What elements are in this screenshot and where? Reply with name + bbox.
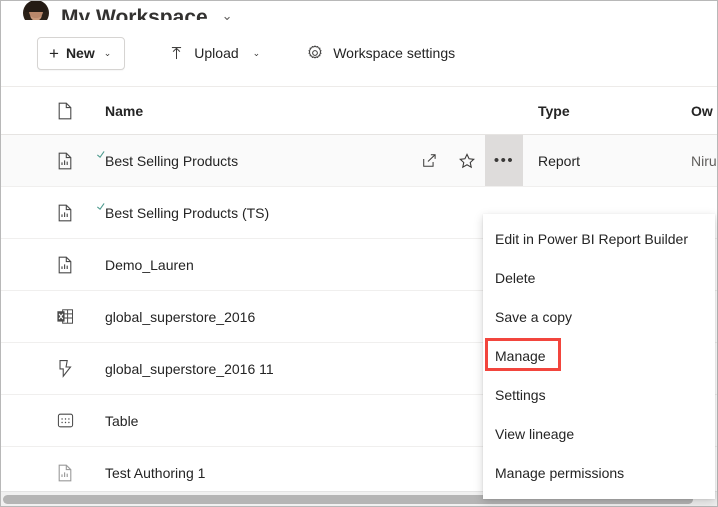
- excel-workbook-icon: [55, 307, 75, 327]
- command-bar: + New ⌄ Upload ⌄ Workspace settings: [1, 20, 717, 87]
- more-options-icon[interactable]: •••: [485, 135, 523, 186]
- new-button-label: New: [65, 45, 95, 61]
- report-file-icon: [55, 463, 75, 483]
- row-name[interactable]: global_superstore_2016: [105, 309, 255, 325]
- workspace-settings-label: Workspace settings: [333, 45, 456, 61]
- table-row[interactable]: Best Selling Products ••• Report Niru: [1, 135, 717, 187]
- ellipsis-glyph: •••: [493, 151, 515, 169]
- endorsement-badge-icon: [96, 202, 105, 211]
- menu-item-view-lineage[interactable]: View lineage: [484, 414, 714, 453]
- row-name[interactable]: global_superstore_2016 11: [105, 361, 274, 377]
- menu-item-manage[interactable]: Manage: [484, 336, 714, 375]
- row-owner: Niru: [691, 152, 717, 169]
- workspace-settings-button[interactable]: Workspace settings: [297, 37, 464, 70]
- row-name[interactable]: Best Selling Products: [105, 153, 238, 169]
- row-action-group: •••: [411, 135, 523, 186]
- menu-item-save-a-copy[interactable]: Save a copy: [484, 297, 714, 336]
- workspace-avatar: [23, 1, 49, 20]
- row-name[interactable]: Best Selling Products (TS): [105, 205, 269, 221]
- row-type: Report: [538, 152, 581, 169]
- chevron-down-icon: ⌄: [252, 47, 261, 58]
- upload-arrow-icon: [168, 45, 185, 62]
- plus-icon: +: [49, 43, 59, 63]
- chevron-down-icon[interactable]: ⌄: [222, 8, 233, 20]
- menu-item-delete[interactable]: Delete: [484, 258, 714, 297]
- column-header-name[interactable]: Name: [105, 103, 143, 119]
- upload-label: Upload: [194, 45, 239, 61]
- gear-icon: [306, 44, 324, 62]
- endorsement-badge-icon: [96, 150, 105, 159]
- menu-item-manage-permissions[interactable]: Manage permissions: [484, 453, 714, 492]
- file-type-column-icon: [55, 101, 75, 121]
- context-menu: Edit in Power BI Report Builder Delete S…: [483, 214, 715, 499]
- column-header-type[interactable]: Type: [538, 103, 570, 119]
- chevron-down-icon: ⌄: [103, 47, 112, 58]
- new-button[interactable]: + New ⌄: [37, 36, 126, 70]
- row-name[interactable]: Test Authoring 1: [105, 465, 205, 481]
- row-name[interactable]: Table: [105, 413, 138, 429]
- workspace-title: My Workspace: [61, 6, 208, 20]
- workspace-header: My Workspace ⌄: [1, 1, 717, 20]
- table-grid-icon: [55, 411, 75, 431]
- report-file-icon: [55, 203, 75, 223]
- report-file-icon: [55, 151, 75, 171]
- menu-item-settings[interactable]: Settings: [484, 375, 714, 414]
- share-icon[interactable]: [411, 135, 448, 186]
- dataflow-lightning-icon: [55, 359, 75, 379]
- upload-button[interactable]: Upload ⌄: [159, 37, 269, 70]
- power-bi-workspace-screen: My Workspace ⌄ + New ⌄ Upload ⌄ Workspac…: [0, 0, 718, 507]
- row-name[interactable]: Demo_Lauren: [105, 257, 194, 273]
- table-header-row: Name Type Ow: [1, 88, 717, 135]
- favorite-star-icon[interactable]: [448, 135, 485, 186]
- report-file-icon: [55, 255, 75, 275]
- column-header-owner[interactable]: Ow: [691, 103, 713, 119]
- menu-item-edit-in-report-builder[interactable]: Edit in Power BI Report Builder: [484, 219, 714, 258]
